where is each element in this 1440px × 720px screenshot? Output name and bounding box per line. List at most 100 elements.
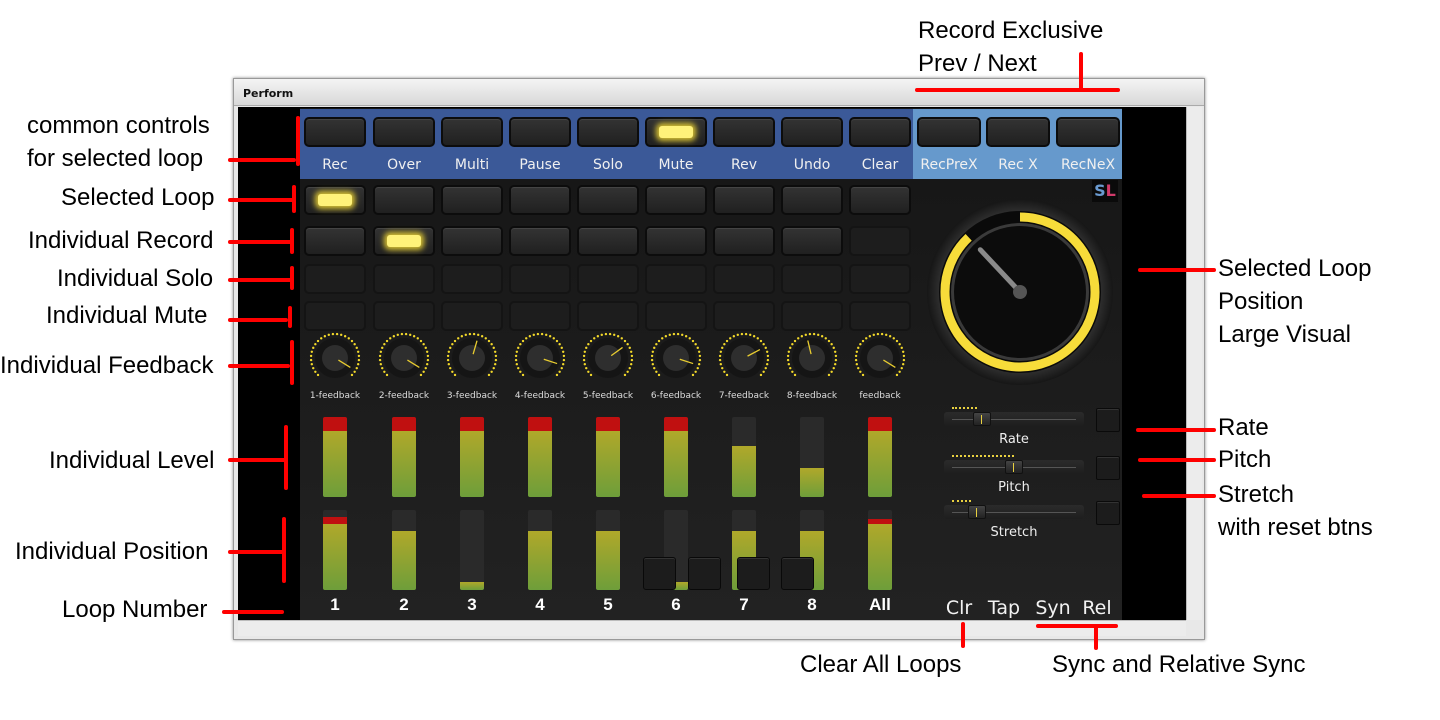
selected-loop-button[interactable] — [577, 185, 639, 215]
selected-loop-button[interactable] — [441, 185, 503, 215]
perform-panel: Rec Over Multi Pause Solo Mute Rev Undo Clear Rec… — [300, 108, 1122, 620]
record-button[interactable] — [645, 226, 707, 256]
loop-number: 3 — [467, 595, 477, 614]
selected-loop-button[interactable] — [304, 185, 366, 215]
solo-button[interactable] — [781, 264, 843, 294]
record-button[interactable] — [577, 226, 639, 256]
syn-button[interactable] — [737, 557, 770, 590]
knob-dot — [582, 358, 586, 362]
clr-label: Clr — [945, 597, 973, 619]
mute-button[interactable] — [373, 301, 435, 331]
solo-button[interactable] — [373, 264, 435, 294]
feedback-knob[interactable] — [510, 328, 570, 388]
stretch-slider[interactable] — [944, 500, 1084, 519]
selected-loop-button[interactable] — [373, 185, 435, 215]
pitch-slider[interactable] — [944, 455, 1084, 474]
rate-slider[interactable] — [944, 407, 1084, 426]
solo-button[interactable] — [577, 264, 639, 294]
horizontal-scrollbar[interactable] — [238, 620, 1186, 636]
vertical-scrollbar[interactable] — [1186, 107, 1202, 620]
feedback-knob[interactable] — [305, 328, 365, 388]
record-button[interactable] — [304, 226, 366, 256]
mute-button[interactable] — [304, 301, 366, 331]
title-bar[interactable]: Perform — [234, 79, 1204, 106]
pause-label: Pause — [519, 157, 561, 173]
level-meter[interactable] — [392, 417, 416, 497]
solo-button[interactable] — [849, 264, 911, 294]
knob-dot — [426, 358, 430, 362]
solo-button[interactable] — [441, 264, 503, 294]
slider-thumb[interactable] — [1005, 460, 1023, 474]
feedback-knob[interactable] — [714, 328, 774, 388]
rel-button[interactable] — [781, 557, 814, 590]
rate-reset-button[interactable] — [1096, 408, 1120, 432]
solo-button[interactable] — [509, 264, 571, 294]
mute-button[interactable] — [645, 301, 707, 331]
solo-button[interactable] — [645, 264, 707, 294]
recnex-button[interactable] — [1056, 117, 1120, 147]
level-meter[interactable] — [596, 417, 620, 497]
knob-dot — [653, 346, 656, 350]
slider-thumb[interactable] — [973, 412, 992, 426]
feedback-knob[interactable] — [442, 328, 502, 388]
mute-button[interactable] — [577, 301, 639, 331]
selected-loop-button[interactable] — [849, 185, 911, 215]
level-meter[interactable] — [460, 417, 484, 497]
selected-loop-button[interactable] — [713, 185, 775, 215]
rec-x-button[interactable] — [986, 117, 1050, 147]
pitch-reset-button[interactable] — [1096, 456, 1120, 480]
solo-button[interactable] — [577, 117, 639, 147]
pause-button[interactable] — [509, 117, 571, 147]
knob-dot — [749, 333, 752, 337]
selected-loop-button[interactable] — [781, 185, 843, 215]
level-meter[interactable] — [800, 417, 824, 497]
knob-dot — [494, 354, 498, 358]
rev-button[interactable] — [713, 117, 775, 147]
level-meter[interactable] — [664, 417, 688, 497]
level-meter[interactable] — [528, 417, 552, 497]
loop-number: 6 — [671, 595, 681, 614]
over-button[interactable] — [373, 117, 435, 147]
knob-dot — [416, 337, 419, 340]
mute-button[interactable] — [781, 301, 843, 331]
record-button[interactable] — [509, 226, 571, 256]
mute-button[interactable] — [849, 301, 911, 331]
feedback-knob[interactable] — [782, 328, 842, 388]
solo-button[interactable] — [713, 264, 775, 294]
undo-button[interactable] — [781, 117, 843, 147]
mute-button[interactable] — [509, 301, 571, 331]
record-button[interactable] — [781, 226, 843, 256]
knob-dot — [517, 366, 520, 370]
stretch-reset-button[interactable] — [1096, 501, 1120, 525]
rec-button[interactable] — [304, 117, 366, 147]
record-button[interactable] — [441, 226, 503, 256]
annotation-individual-feedback: Individual Feedback — [0, 352, 214, 379]
recprex-button[interactable] — [917, 117, 981, 147]
knob-dot — [424, 346, 427, 350]
level-meter[interactable] — [732, 417, 756, 497]
clr-button[interactable] — [643, 557, 676, 590]
level-meter[interactable] — [323, 417, 347, 497]
record-button[interactable] — [849, 226, 911, 256]
mute-button[interactable] — [645, 117, 707, 147]
clear-button[interactable] — [849, 117, 911, 147]
multi-button[interactable] — [441, 117, 503, 147]
feedback-knob[interactable] — [374, 328, 434, 388]
mute-button[interactable] — [441, 301, 503, 331]
record-button[interactable] — [373, 226, 435, 256]
solo-button[interactable] — [304, 264, 366, 294]
knob-dot — [515, 350, 519, 353]
feedback-knob[interactable] — [646, 328, 706, 388]
tap-button[interactable] — [688, 557, 721, 590]
knob-dot — [691, 373, 695, 377]
selected-loop-button[interactable] — [645, 185, 707, 215]
knob-dot — [583, 350, 587, 353]
slider-thumb[interactable] — [967, 505, 986, 519]
selected-loop-button[interactable] — [509, 185, 571, 215]
knob-dot — [725, 339, 729, 343]
level-meter[interactable] — [868, 417, 892, 497]
feedback-knob[interactable] — [578, 328, 638, 388]
feedback-knob[interactable] — [850, 328, 910, 388]
mute-button[interactable] — [713, 301, 775, 331]
record-button[interactable] — [713, 226, 775, 256]
